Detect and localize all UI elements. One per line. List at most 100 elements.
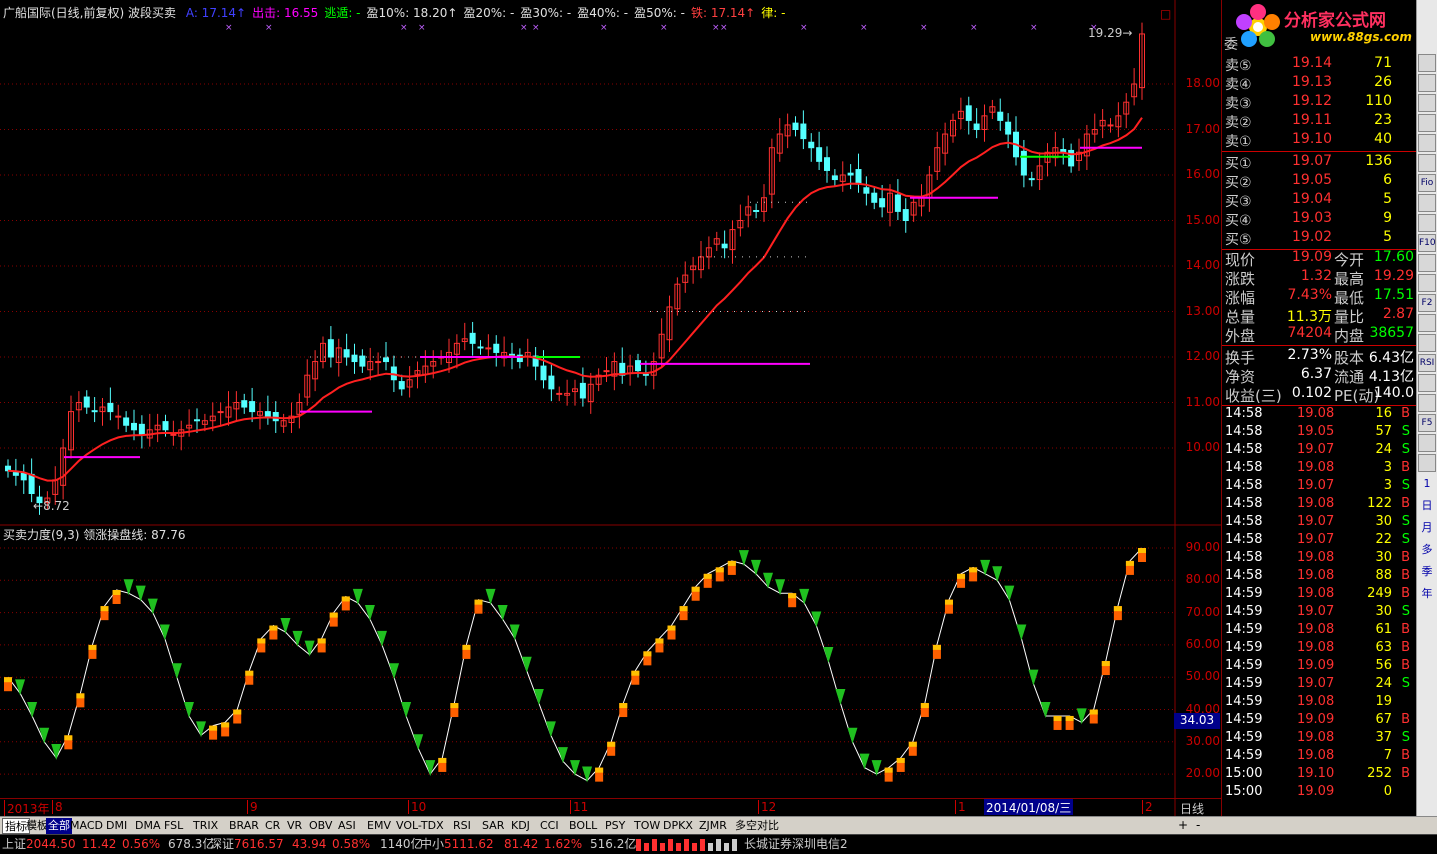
moving-average-line	[7, 117, 1143, 482]
indicator-tab[interactable]: TOW	[632, 818, 662, 834]
tool-button[interactable]: F2	[1418, 294, 1436, 312]
kline-chart[interactable]: × × × × × × × × × × × × × × × ×	[0, 0, 1222, 816]
tab-control-button[interactable]: -	[1196, 818, 1200, 832]
candle-body	[485, 347, 492, 350]
chart-area[interactable]: × × × × × × × × × × × × × × × × 广船国际(日线,前复权) 波段买卖 A: 17…	[0, 0, 1222, 817]
rise-marker	[619, 703, 628, 709]
tool-icon[interactable]	[1418, 74, 1436, 92]
tick-row: 14:59 19.09 56 B	[1222, 658, 1416, 676]
tool-icon[interactable]	[1418, 114, 1436, 132]
bid-volume: 5	[1383, 229, 1392, 245]
quote-label: 内盘	[1334, 327, 1365, 345]
fall-marker	[738, 550, 749, 567]
indicator-tab[interactable]: PSY	[603, 818, 627, 834]
rise-marker	[655, 638, 664, 644]
indicator-tab[interactable]: DPKX	[661, 818, 695, 834]
tool-button[interactable]: 季	[1418, 562, 1436, 582]
candle-body	[579, 382, 586, 399]
status-bar: 上证 2044.50 11.42 0.56% 678.3亿 深证 7616.57 43.94 0…	[0, 834, 1437, 853]
ask-price: 19.14	[1292, 55, 1333, 71]
breadth-bar	[732, 839, 737, 851]
fall-marker	[413, 734, 424, 751]
tick-volume: 88	[1375, 568, 1392, 583]
tool-icon[interactable]	[1418, 54, 1436, 72]
indicator-tab[interactable]: OBV	[307, 818, 334, 834]
fall-marker	[376, 630, 387, 647]
tick-row: 14:59 19.09 67 B	[1222, 712, 1416, 730]
quote-label: 股本	[1334, 349, 1365, 367]
period-label[interactable]: 日线	[1180, 800, 1204, 817]
indicator-tab[interactable]: 多空对比	[733, 818, 781, 834]
rise-marker	[112, 589, 121, 595]
indicator-tab[interactable]: CR	[263, 818, 282, 834]
indicator-tab[interactable]: FSL	[162, 818, 185, 834]
indicator-tab[interactable]: KDJ	[509, 818, 532, 834]
indicator-tab[interactable]: VOL-TDX	[394, 818, 446, 834]
tool-button[interactable]: F5	[1418, 414, 1436, 432]
tool-icon[interactable]	[1418, 94, 1436, 112]
close-icon[interactable]: □	[1160, 7, 1171, 21]
candle-body	[753, 209, 760, 212]
candle-body	[855, 169, 862, 185]
tool-icon[interactable]	[1418, 374, 1436, 392]
fall-marker	[389, 663, 400, 680]
indicator-tick: 30.00	[1185, 733, 1220, 748]
header-indicator: 铁: 17.14↑	[690, 6, 756, 20]
rise-marker	[703, 573, 712, 579]
indicator-tab[interactable]: EMV	[365, 818, 393, 834]
quote-label: 涨跌	[1225, 270, 1256, 288]
tool-icon[interactable]	[1418, 334, 1436, 352]
indicator-tab[interactable]: BOLL	[567, 818, 599, 834]
tool-button[interactable]: 多	[1418, 540, 1436, 560]
tool-icon[interactable]	[1418, 394, 1436, 412]
tool-icon[interactable]	[1418, 314, 1436, 332]
tool-button[interactable]: RSI	[1418, 354, 1436, 372]
indicator-tab[interactable]: MACD	[68, 818, 105, 834]
ask-row: 卖② 19.11 23	[1222, 112, 1416, 131]
indicator-tab[interactable]: SAR	[480, 818, 506, 834]
book-divider	[1222, 151, 1416, 152]
indicator-tab[interactable]: VR	[285, 818, 304, 834]
rise-marker	[595, 767, 604, 773]
indicator-tab[interactable]: ASI	[336, 818, 358, 834]
tool-icon[interactable]	[1418, 134, 1436, 152]
tool-button[interactable]: 年	[1418, 584, 1436, 604]
tool-button[interactable]: 月	[1418, 518, 1436, 538]
fall-marker	[280, 617, 291, 634]
tool-icon[interactable]	[1418, 274, 1436, 292]
tool-button[interactable]: 日	[1418, 496, 1436, 516]
rise-marker	[1101, 661, 1110, 667]
indicator-tab[interactable]: DMA	[133, 818, 163, 834]
ask-row: 卖① 19.10 40	[1222, 131, 1416, 150]
indicator-tab[interactable]: TRIX	[191, 818, 220, 834]
tool-icon[interactable]	[1418, 454, 1436, 472]
rise-marker	[64, 735, 73, 741]
market-breadth-bars	[636, 839, 740, 851]
tool-icon[interactable]	[1418, 434, 1436, 452]
tool-button[interactable]: 1	[1418, 474, 1436, 494]
candle-body	[162, 421, 169, 431]
indicator-tab[interactable]: CCI	[538, 818, 561, 834]
tick-volume: 37	[1375, 730, 1392, 745]
tick-time: 14:58	[1225, 568, 1263, 583]
breadth-bar	[676, 843, 681, 851]
tool-icon[interactable]	[1418, 194, 1436, 212]
indicator-tab[interactable]: DMI	[104, 818, 129, 834]
indicator-tab[interactable]: BRAR	[227, 818, 261, 834]
quote-label: 现价	[1225, 251, 1256, 269]
status-sz-pct: 0.58%	[332, 837, 371, 851]
rise-marker	[1113, 606, 1122, 612]
tool-button[interactable]: F10	[1418, 234, 1436, 252]
indicator-tab[interactable]: RSI	[451, 818, 473, 834]
chart-title: 广船国际(日线,前复权) 波段买卖	[3, 6, 176, 20]
tool-button[interactable]: Fio	[1418, 174, 1436, 192]
tool-icon[interactable]	[1418, 254, 1436, 272]
tool-icon[interactable]	[1418, 214, 1436, 232]
fall-marker	[401, 701, 412, 718]
tool-icon[interactable]	[1418, 154, 1436, 172]
tab-control-button[interactable]: +	[1178, 818, 1188, 832]
header-indicator: 盈20%: -	[463, 6, 515, 20]
ask-volume: 26	[1374, 74, 1392, 90]
indicator-tab[interactable]: ZJMR	[697, 818, 729, 834]
breadth-bar	[668, 839, 673, 851]
